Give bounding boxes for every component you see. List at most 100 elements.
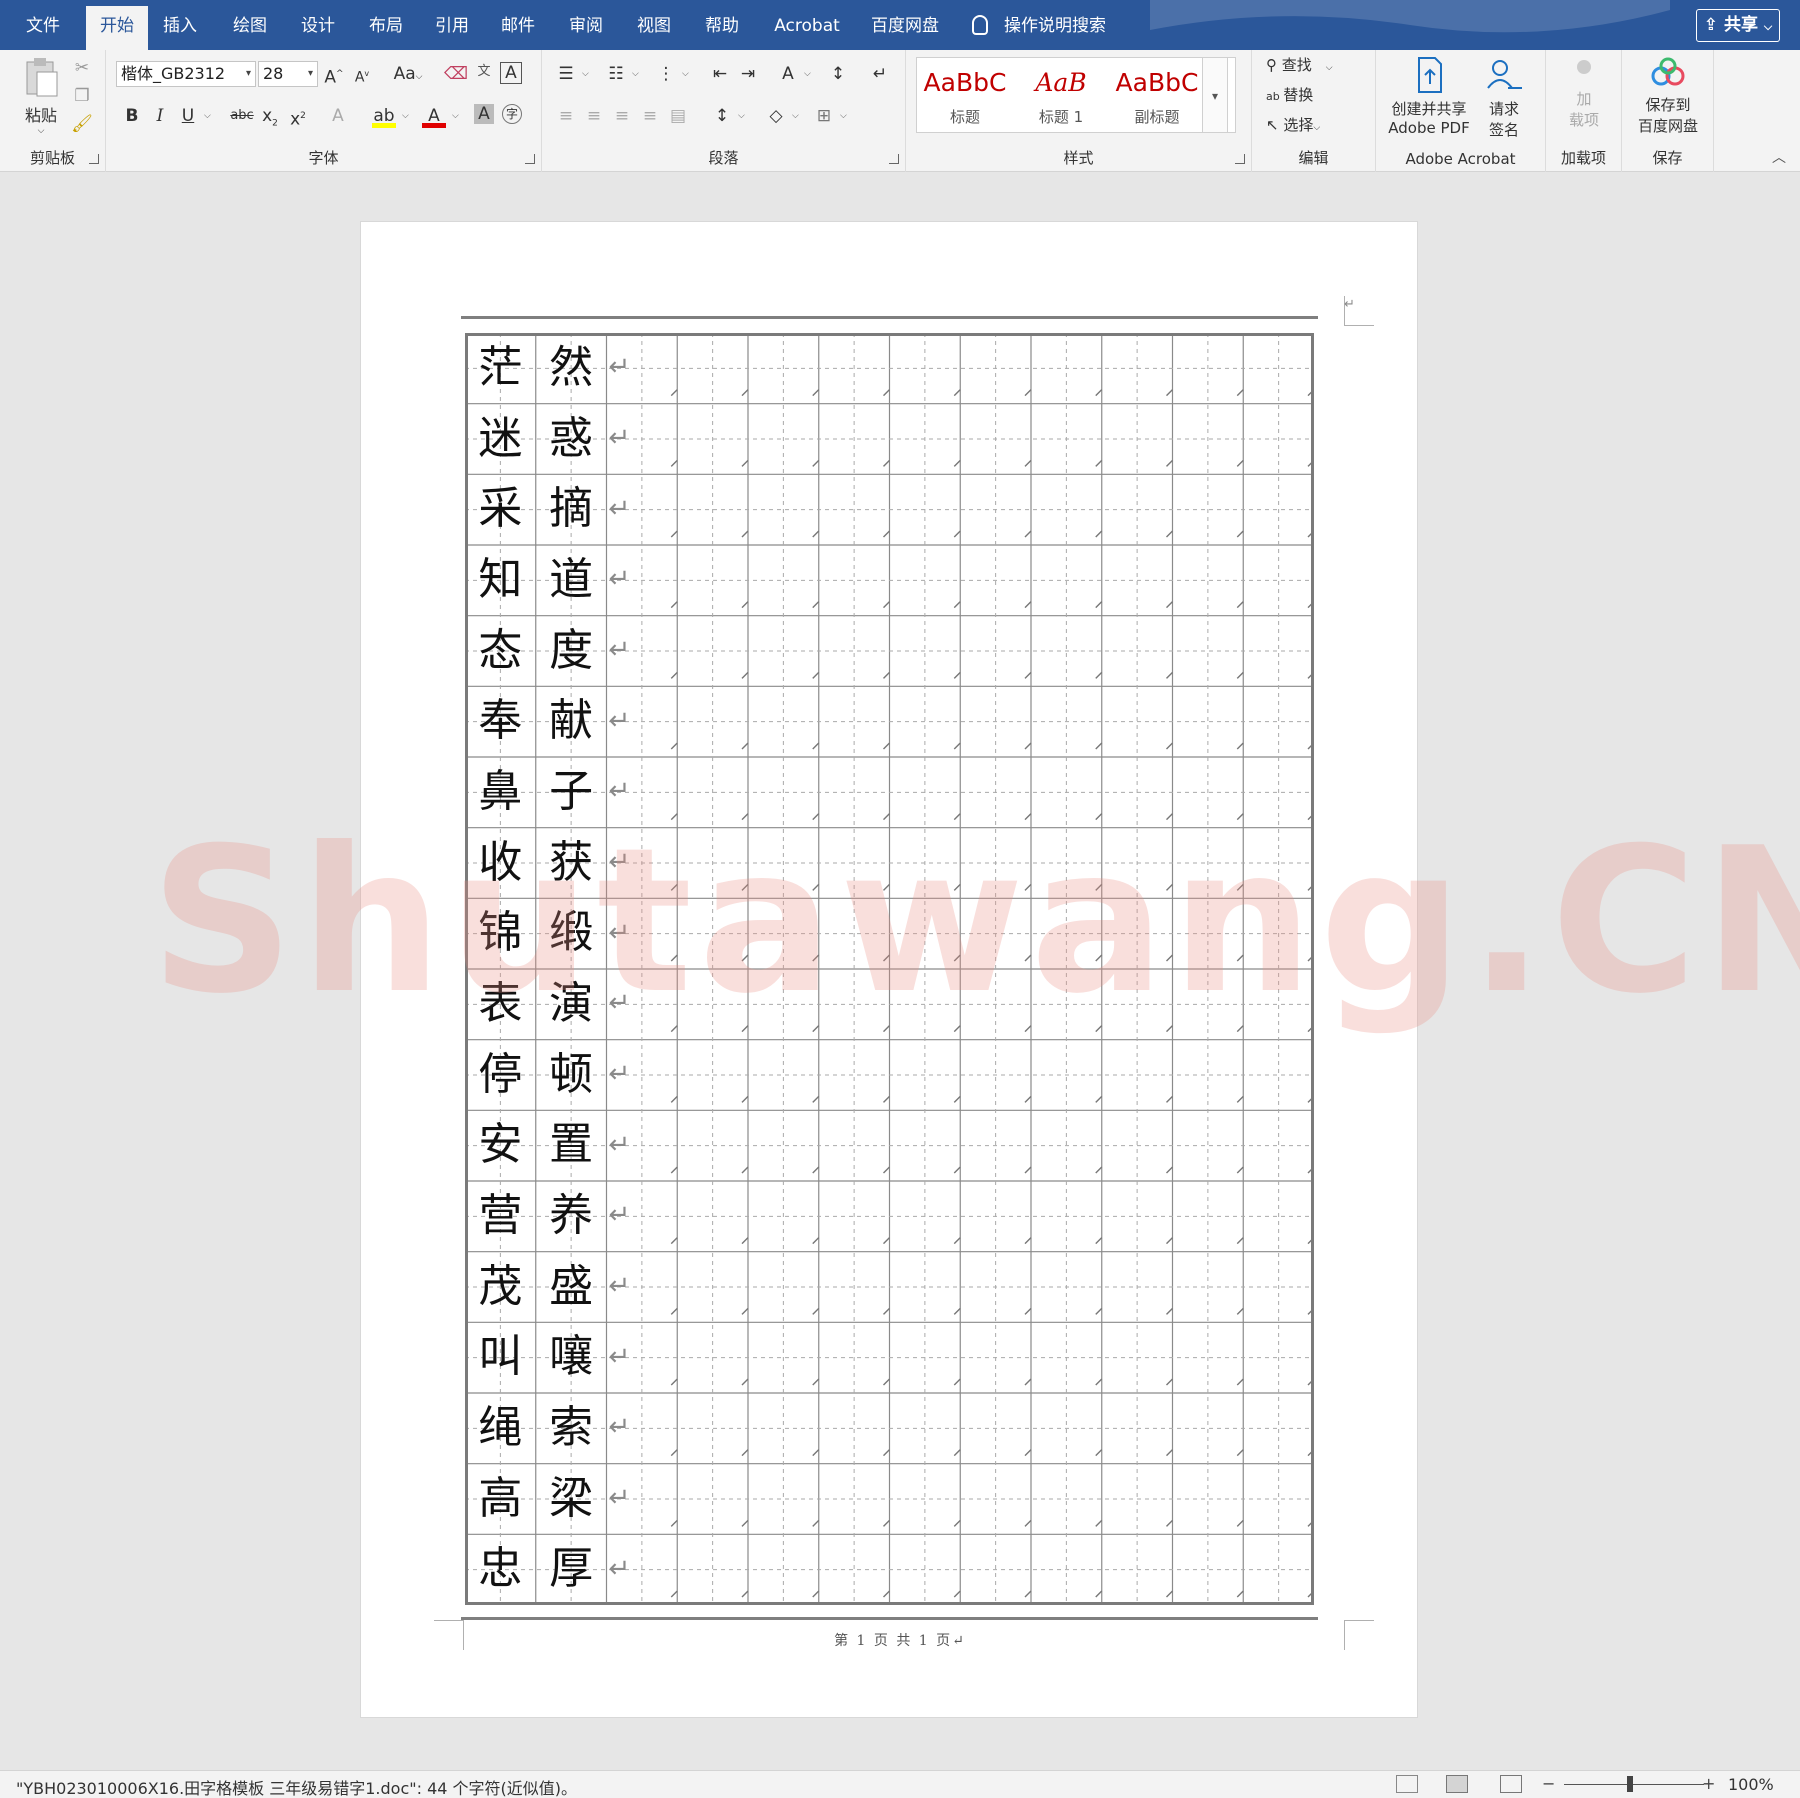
- chevron-down-icon[interactable]: ⌵: [452, 112, 461, 121]
- cut-icon[interactable]: ✂: [70, 56, 94, 80]
- change-case-icon[interactable]: Aa⌵: [390, 62, 426, 86]
- show-marks-icon[interactable]: ↵: [868, 62, 892, 86]
- clear-formatting-icon[interactable]: ⌫: [444, 62, 468, 86]
- practice-char: 鼻: [478, 766, 523, 817]
- share-button[interactable]: ⇪ 共享 ⌵: [1696, 9, 1780, 42]
- chevron-down-icon[interactable]: ⌵: [738, 112, 747, 121]
- align-center-icon[interactable]: ≡: [582, 104, 606, 128]
- shrink-font-icon[interactable]: Av: [350, 62, 374, 86]
- paragraph-group: ☰ ⌵ ☷ ⌵ ⋮ ⌵ ⇤ ⇥ A ⌵ ↕ ↵ ≡ ≡ ≡ ≡ ▤ ↕ ⌵ ◇ …: [542, 50, 906, 172]
- create-pdf-button[interactable]: 创建并共享 Adobe PDF: [1384, 56, 1474, 137]
- superscript-icon[interactable]: x2: [286, 104, 310, 130]
- justify-icon[interactable]: ≡: [638, 104, 662, 128]
- row-end-tick: [883, 1095, 890, 1103]
- request-signature-button[interactable]: 请求 签名: [1476, 56, 1532, 140]
- tab-8[interactable]: 审阅: [558, 0, 614, 50]
- paste-button[interactable]: 粘贴 ⌵: [14, 56, 68, 136]
- zoom-thumb[interactable]: [1627, 1776, 1633, 1792]
- font-color-icon[interactable]: A: [422, 104, 446, 128]
- row-end-tick: [1236, 389, 1244, 397]
- tab-5[interactable]: 布局: [358, 0, 414, 50]
- read-mode-icon[interactable]: [1396, 1775, 1418, 1793]
- shading-icon[interactable]: ◇: [764, 104, 788, 128]
- chevron-down-icon[interactable]: ⌵: [804, 70, 813, 79]
- save-to-baidu-button[interactable]: 保存到 百度网盘: [1626, 56, 1710, 136]
- row-end-tick: [1095, 459, 1103, 467]
- tab-2[interactable]: 插入: [152, 0, 208, 50]
- style-heading[interactable]: AaBbC 标题: [917, 58, 1013, 134]
- style-subtitle[interactable]: AaBbC 副标题: [1109, 58, 1205, 134]
- line-spacing-icon[interactable]: ↕: [710, 104, 734, 128]
- tab-9[interactable]: 视图: [626, 0, 682, 50]
- zoom-level[interactable]: 100%: [1728, 1775, 1774, 1794]
- tab-11[interactable]: Acrobat: [770, 0, 844, 50]
- find-button[interactable]: ⚲ 查找 ⌵: [1266, 54, 1366, 75]
- tab-4[interactable]: 设计: [290, 0, 346, 50]
- align-left-icon[interactable]: ≡: [554, 104, 578, 128]
- font-size-combo[interactable]: 28 ▾: [258, 61, 318, 87]
- tab-12[interactable]: 百度网盘: [862, 0, 948, 50]
- style-heading-1[interactable]: AaB 标题 1: [1013, 58, 1109, 134]
- chevron-down-icon[interactable]: ⌵: [840, 112, 849, 121]
- row-end-tick: [1166, 1095, 1173, 1103]
- row-end-tick: [953, 530, 961, 538]
- strikethrough-icon[interactable]: abc: [230, 104, 254, 128]
- borders-icon[interactable]: ⊞: [812, 104, 836, 128]
- asian-layout-icon[interactable]: A: [776, 62, 800, 86]
- zoom-slider[interactable]: [1564, 1784, 1704, 1785]
- tab-0[interactable]: 文件: [18, 0, 68, 50]
- grow-font-icon[interactable]: A^: [322, 62, 346, 88]
- font-name-combo[interactable]: 楷体_GB2312 ▾: [116, 61, 256, 87]
- print-layout-icon[interactable]: [1446, 1775, 1468, 1793]
- tab-6[interactable]: 引用: [424, 0, 480, 50]
- chevron-down-icon[interactable]: ⌵: [402, 112, 411, 121]
- increase-indent-icon[interactable]: ⇥: [736, 62, 760, 86]
- text-effects-icon[interactable]: A: [326, 104, 350, 128]
- chevron-down-icon[interactable]: ⌵: [632, 70, 641, 79]
- practice-char: 厚: [549, 1543, 594, 1595]
- enclose-characters-icon[interactable]: 字: [502, 104, 522, 124]
- numbering-icon[interactable]: ☷: [604, 62, 628, 86]
- row-end-tick: [741, 1519, 749, 1527]
- underline-icon[interactable]: U: [176, 104, 200, 128]
- distributed-icon[interactable]: ▤: [666, 104, 690, 128]
- copy-icon[interactable]: ❐: [70, 84, 94, 108]
- tab-10[interactable]: 帮助: [694, 0, 750, 50]
- multilevel-list-icon[interactable]: ⋮: [654, 62, 678, 86]
- chevron-down-icon[interactable]: ⌵: [682, 70, 691, 79]
- phonetic-guide-icon[interactable]: 文: [472, 60, 496, 84]
- row-end-tick: [1236, 954, 1244, 962]
- italic-icon[interactable]: I: [148, 104, 172, 128]
- chevron-down-icon[interactable]: ⌵: [792, 112, 801, 121]
- align-right-icon[interactable]: ≡: [610, 104, 634, 128]
- web-layout-icon[interactable]: [1500, 1775, 1522, 1793]
- paragraph-launcher-icon[interactable]: [889, 154, 899, 164]
- zoom-out-icon[interactable]: −: [1542, 1774, 1555, 1793]
- select-button[interactable]: ↖ 选择⌵: [1266, 114, 1366, 135]
- chevron-down-icon[interactable]: ⌵: [204, 112, 213, 121]
- gallery-more-icon[interactable]: ▾: [1202, 57, 1228, 133]
- tab-1[interactable]: 开始: [86, 6, 148, 50]
- replace-button[interactable]: ab 替换: [1266, 84, 1366, 105]
- word-count-status[interactable]: "YBH023010006X16.田字格模板 三年级易错字1.doc": 44 …: [16, 1775, 577, 1798]
- addins-button[interactable]: 加 载项: [1554, 56, 1614, 130]
- bold-icon[interactable]: B: [120, 104, 144, 128]
- row-end-tick: [953, 1025, 961, 1033]
- decrease-indent-icon[interactable]: ⇤: [708, 62, 732, 86]
- format-painter-icon[interactable]: 🖌: [70, 112, 94, 136]
- tab-3[interactable]: 绘图: [222, 0, 278, 50]
- bullets-icon[interactable]: ☰: [554, 62, 578, 86]
- subscript-icon[interactable]: x2: [258, 104, 282, 128]
- font-launcher-icon[interactable]: [525, 154, 535, 164]
- styles-launcher-icon[interactable]: [1235, 154, 1245, 164]
- sort-icon[interactable]: ↕: [826, 62, 850, 86]
- tell-me-search[interactable]: 操作说明搜索: [972, 0, 1106, 50]
- collapse-ribbon-icon[interactable]: ︿: [1772, 147, 1786, 167]
- character-border-icon[interactable]: A: [500, 62, 522, 84]
- highlight-icon[interactable]: ab: [372, 104, 396, 128]
- clipboard-launcher-icon[interactable]: [89, 154, 99, 164]
- tab-7[interactable]: 邮件: [490, 0, 546, 50]
- character-shading-icon[interactable]: A: [474, 104, 494, 124]
- chevron-down-icon[interactable]: ⌵: [582, 70, 591, 79]
- zoom-in-icon[interactable]: +: [1702, 1774, 1715, 1793]
